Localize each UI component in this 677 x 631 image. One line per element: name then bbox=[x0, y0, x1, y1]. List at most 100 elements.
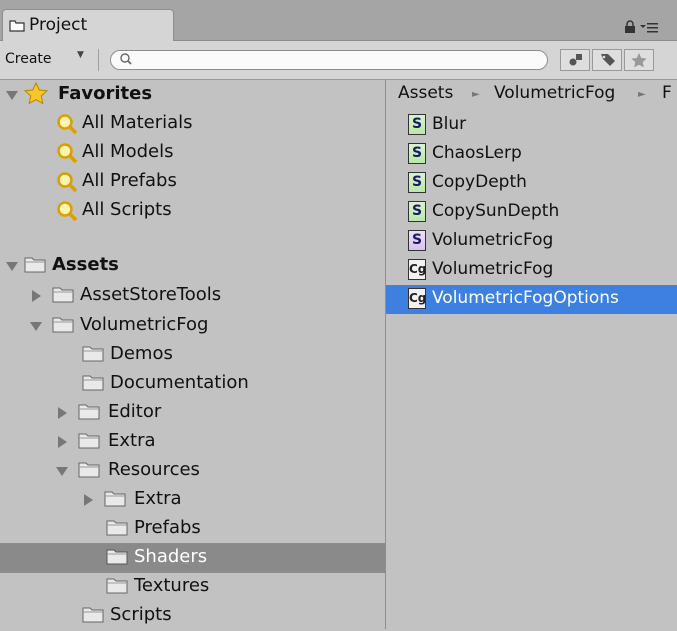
tree-item-demos[interactable]: Demos bbox=[0, 340, 385, 370]
shader-file-icon: S bbox=[408, 230, 426, 251]
expand-arrow-icon[interactable] bbox=[30, 322, 42, 331]
favorite-item-label: All Scripts bbox=[82, 199, 172, 220]
tree-item-label: Textures bbox=[134, 575, 210, 596]
tree-item-label: VolumetricFog bbox=[80, 314, 209, 335]
file-name: CopySunDepth bbox=[432, 201, 560, 221]
file-name: VolumetricFog bbox=[432, 259, 554, 279]
folder-icon bbox=[106, 578, 128, 594]
tab-project[interactable]: Project bbox=[2, 9, 174, 41]
favorite-item-label: All Models bbox=[82, 141, 174, 162]
filter-by-type-icon bbox=[569, 54, 582, 66]
tree-item-resources-extra[interactable]: Extra bbox=[0, 485, 385, 515]
folder-icon bbox=[82, 375, 104, 391]
panel-menu-icon[interactable] bbox=[640, 23, 658, 33]
favorite-item-label: All Prefabs bbox=[82, 170, 177, 191]
assets-label: Assets bbox=[52, 254, 119, 275]
breadcrumb-item[interactable]: Assets bbox=[398, 83, 453, 103]
breadcrumb-item[interactable]: F bbox=[662, 83, 672, 103]
tree-item-label: AssetStoreTools bbox=[80, 284, 222, 305]
tree-item-label: Extra bbox=[108, 430, 156, 451]
search-icon bbox=[57, 172, 78, 193]
tree-item-prefabs[interactable]: Prefabs bbox=[0, 514, 385, 544]
file-name: CopyDepth bbox=[432, 172, 527, 192]
file-name: Blur bbox=[432, 114, 467, 134]
expand-arrow-icon[interactable] bbox=[6, 91, 18, 100]
favorite-button[interactable] bbox=[624, 49, 654, 71]
favorite-item[interactable]: All Prefabs bbox=[0, 167, 385, 197]
folder-icon bbox=[78, 433, 100, 449]
collapsed-arrow-icon[interactable] bbox=[58, 436, 67, 448]
tree-item-shaders[interactable]: Shaders bbox=[0, 543, 385, 573]
create-button[interactable]: Create ▼ bbox=[0, 49, 99, 71]
collapsed-arrow-icon[interactable] bbox=[32, 290, 41, 302]
tree-item-label: Scripts bbox=[110, 604, 172, 625]
search-field[interactable] bbox=[110, 50, 548, 70]
folder-icon bbox=[82, 346, 104, 362]
search-input[interactable] bbox=[139, 52, 543, 70]
tree-item-label: Prefabs bbox=[134, 517, 201, 538]
file-item[interactable]: S Blur bbox=[386, 111, 677, 140]
collapsed-arrow-icon[interactable] bbox=[84, 494, 93, 506]
cginc-file-icon: Cg bbox=[408, 259, 426, 280]
dropdown-caret-icon: ▼ bbox=[77, 50, 84, 60]
shader-file-icon: S bbox=[408, 114, 426, 135]
search-icon bbox=[57, 143, 78, 164]
tree-item-documentation[interactable]: Documentation bbox=[0, 369, 385, 399]
tree-item-scripts[interactable]: Scripts bbox=[0, 601, 385, 631]
folder-icon bbox=[78, 462, 100, 478]
star-icon bbox=[24, 82, 48, 105]
file-item-selected[interactable]: Cg VolumetricFogOptions bbox=[386, 285, 677, 314]
tab-title: Project bbox=[29, 15, 88, 35]
collapsed-arrow-icon[interactable] bbox=[58, 407, 67, 419]
tree-item-assetstoretools[interactable]: AssetStoreTools bbox=[0, 281, 385, 311]
tab-strip: Project bbox=[0, 0, 677, 41]
tree-item-volumetricfog[interactable]: VolumetricFog bbox=[0, 311, 385, 341]
filter-by-type-button[interactable] bbox=[560, 49, 590, 71]
favorites-label: Favorites bbox=[58, 83, 153, 104]
folder-icon bbox=[52, 287, 74, 303]
cginc-file-icon: Cg bbox=[408, 288, 426, 309]
tab-controls bbox=[620, 20, 676, 36]
favorite-item[interactable]: All Models bbox=[0, 138, 385, 168]
folder-icon bbox=[24, 257, 46, 273]
file-item[interactable]: S CopySunDepth bbox=[386, 198, 677, 227]
tree-item-label: Shaders bbox=[134, 546, 208, 567]
lock-icon[interactable] bbox=[624, 20, 636, 34]
tree-item-label: Extra bbox=[134, 488, 182, 509]
tree-item-resources[interactable]: Resources bbox=[0, 456, 385, 486]
filter-by-label-icon bbox=[601, 54, 615, 66]
file-item[interactable]: S CopyDepth bbox=[386, 169, 677, 198]
breadcrumb-arrow-icon: ► bbox=[638, 89, 646, 100]
shader-file-icon: S bbox=[408, 201, 426, 222]
breadcrumb-item[interactable]: VolumetricFog bbox=[494, 83, 615, 103]
expand-arrow-icon[interactable] bbox=[56, 467, 68, 476]
breadcrumb-arrow-icon: ► bbox=[472, 89, 480, 100]
favorite-item-label: All Materials bbox=[82, 112, 193, 133]
assets-header[interactable]: Assets bbox=[0, 251, 385, 281]
favorites-header[interactable]: Favorites bbox=[0, 80, 385, 110]
tree-item-label: Resources bbox=[108, 459, 200, 480]
folder-icon bbox=[52, 317, 74, 333]
file-item[interactable]: S VolumetricFog bbox=[386, 227, 677, 256]
folder-icon bbox=[78, 404, 100, 420]
file-name: VolumetricFogOptions bbox=[432, 288, 619, 308]
tree-item-textures[interactable]: Textures bbox=[0, 572, 385, 602]
folder-icon bbox=[106, 549, 128, 565]
tree-item-editor[interactable]: Editor bbox=[0, 398, 385, 428]
search-icon bbox=[120, 53, 132, 65]
tree-item-extra[interactable]: Extra bbox=[0, 427, 385, 457]
favorite-item[interactable]: All Scripts bbox=[0, 196, 385, 226]
create-label: Create bbox=[5, 51, 52, 67]
shader-file-icon: S bbox=[408, 143, 426, 164]
file-list-pane: Assets ► VolumetricFog ► F S Blur S Chao… bbox=[386, 80, 677, 629]
file-item[interactable]: Cg VolumetricFog bbox=[386, 256, 677, 285]
tree-item-label: Documentation bbox=[110, 372, 249, 393]
favorite-item[interactable]: All Materials bbox=[0, 109, 385, 139]
favorite-star-icon bbox=[631, 53, 647, 68]
expand-arrow-icon[interactable] bbox=[6, 262, 18, 271]
filter-by-label-button[interactable] bbox=[592, 49, 622, 71]
folder-tree-pane: Favorites All Materials All Models All P… bbox=[0, 80, 386, 629]
tree-item-label: Demos bbox=[110, 343, 173, 364]
file-item[interactable]: S ChaosLerp bbox=[386, 140, 677, 169]
toolbar: Create ▼ bbox=[0, 41, 677, 80]
